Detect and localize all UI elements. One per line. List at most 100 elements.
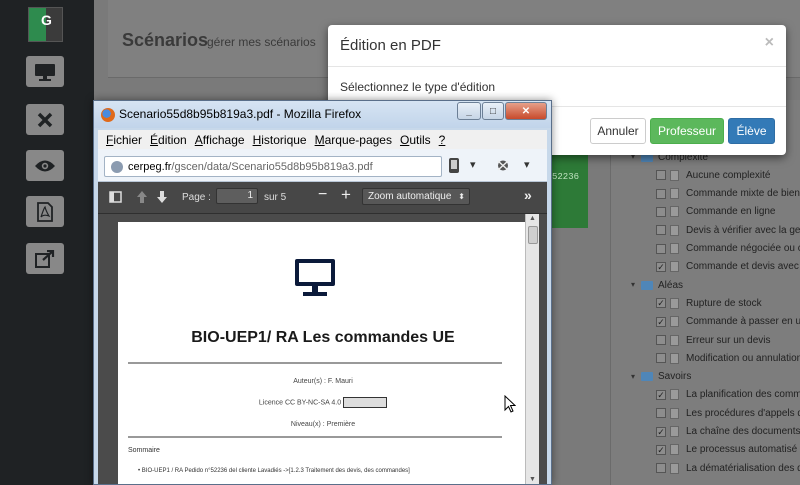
window-close-button[interactable]: ✕ <box>505 102 547 120</box>
pdf-export-button[interactable] <box>26 196 64 227</box>
minimize-button[interactable]: _ <box>457 102 481 120</box>
cancel-button[interactable]: Annuler <box>590 118 646 144</box>
tree-item-checkbox[interactable] <box>656 408 666 419</box>
tree-item-checkbox[interactable] <box>656 206 666 217</box>
tree-item-checkbox[interactable] <box>656 243 666 254</box>
window-titlebar[interactable]: Scenario55d8b95b819a3.pdf - Mozilla Fire… <box>94 101 551 128</box>
tree-label: La chaîne des documents co <box>686 426 800 437</box>
tree-item[interactable]: La dématérialisation des do <box>656 460 800 476</box>
tree-item[interactable]: Erreur sur un devis <box>656 332 770 348</box>
pdf-page: BIO-UEP1/ RA Les commandes UE Auteur(s) … <box>118 222 528 484</box>
tree-item-checkbox[interactable] <box>656 188 666 199</box>
arrow-down-icon[interactable]: ▼ <box>529 476 536 483</box>
tree-item[interactable]: ✓ Le processus automatisé du <box>656 442 800 458</box>
tree-item[interactable]: Commande mixte de biens e <box>656 186 800 202</box>
tree-item-checkbox[interactable]: ✓ <box>656 444 666 455</box>
pdf-doc-title: BIO-UEP1/ RA Les commandes UE <box>191 329 455 346</box>
tree-item[interactable]: ✓ Commande et devis avec d <box>656 259 800 275</box>
tree-item[interactable]: ✓ La chaîne des documents co <box>656 424 800 440</box>
app-logo[interactable]: G <box>28 7 63 42</box>
tree-item-checkbox[interactable]: ✓ <box>656 389 666 400</box>
tree-group[interactable]: ▾ Savoirs <box>628 369 691 385</box>
extension-icon[interactable] <box>496 159 510 172</box>
menu-affichage[interactable]: Affichage <box>195 133 245 147</box>
menu-outils[interactable]: Outils <box>400 133 431 147</box>
tree-item-checkbox[interactable] <box>656 463 666 474</box>
arrow-up-icon[interactable]: ▲ <box>529 215 536 222</box>
tree-item-checkbox[interactable] <box>656 170 666 181</box>
document-icon <box>670 243 679 254</box>
menu-fichier[interactable]: Fichier <box>106 133 142 147</box>
chevron-down-icon[interactable]: ▾ <box>524 158 530 171</box>
eye-icon <box>35 160 55 171</box>
document-icon <box>670 261 679 273</box>
document-icon <box>670 426 679 437</box>
tree-item-checkbox[interactable]: ✓ <box>656 298 666 309</box>
pdf-document-area[interactable]: BIO-UEP1/ RA Les commandes UE Auteur(s) … <box>98 214 547 484</box>
menu-historique[interactable]: Historique <box>253 133 307 147</box>
tree-item[interactable]: Aucune complexité <box>656 167 771 183</box>
student-button[interactable]: Élève <box>728 118 775 144</box>
tree-item[interactable]: Commande négociée ou cor <box>656 241 800 257</box>
chevron-down-icon[interactable]: ▾ <box>470 158 476 171</box>
more-tools-icon[interactable]: » <box>524 187 532 203</box>
pdf-icon <box>37 201 53 222</box>
tree-item[interactable]: Devis à vérifier avec la gest <box>656 222 800 238</box>
tree-item[interactable]: Les procédures d'appels d'o <box>656 405 800 421</box>
chevron-down-icon: ⬍ <box>458 192 465 201</box>
mouse-cursor-icon <box>504 395 516 413</box>
tree-item-checkbox[interactable]: ✓ <box>656 426 666 437</box>
document-icon <box>670 224 679 236</box>
tree-label: Commande négociée ou cor <box>686 243 800 254</box>
tree-item-checkbox[interactable] <box>656 335 666 345</box>
delete-button[interactable] <box>26 104 64 135</box>
close-icon: ✕ <box>521 105 531 117</box>
scrollbar-thumb[interactable] <box>528 226 538 244</box>
monitor-button[interactable] <box>26 56 64 87</box>
chevron-down-icon[interactable]: ▾ <box>628 280 638 290</box>
modal-title: Édition en PDF <box>340 37 441 54</box>
professor-button[interactable]: Professeur <box>650 118 724 144</box>
tree-item[interactable]: Modification ou annulation c <box>656 350 800 366</box>
document-icon <box>670 316 679 328</box>
chevron-down-icon[interactable]: ▾ <box>628 372 638 382</box>
tree-item-checkbox[interactable] <box>656 225 666 236</box>
url-path: /gscen/data/Scenario55d8b95b819a3.pdf <box>171 160 373 173</box>
page-number-input[interactable]: 1 <box>216 188 258 204</box>
menu-marque-pages[interactable]: Marque-pages <box>315 133 392 147</box>
pdf-scrollbar[interactable]: ▲ ▼ <box>525 214 539 484</box>
tree-item-checkbox[interactable]: ✓ <box>656 316 666 327</box>
firefox-icon <box>101 108 115 122</box>
tree-item[interactable]: ✓ Commande à passer en urg <box>656 314 800 330</box>
pdf-summary-item[interactable]: • BIO-UEP1 / RA Pedido n°52236 del clien… <box>138 468 410 474</box>
sidebar-toggle-icon[interactable] <box>109 191 122 203</box>
maximize-button[interactable]: □ <box>482 102 504 120</box>
navigation-bar: cerpeg.fr/gscen/data/Scenario55d8b95b819… <box>98 149 547 182</box>
tree-item-checkbox[interactable] <box>656 353 666 364</box>
menu-edition[interactable]: Édition <box>150 133 187 147</box>
tree-item[interactable]: ✓ Rupture de stock <box>656 295 762 311</box>
tree-item[interactable]: Commande en ligne <box>656 204 776 220</box>
pdf-author: Auteur(s) : F. Mauri <box>293 378 353 385</box>
open-external-button[interactable] <box>26 243 64 274</box>
phone-icon[interactable] <box>448 157 460 174</box>
tree-label: Commande et devis avec d <box>686 261 800 273</box>
close-icon[interactable]: × <box>765 34 774 52</box>
pdf-licence: Licence CC BY-NC-SA 4.0 <box>258 399 342 407</box>
window-title: Scenario55d8b95b819a3.pdf - Mozilla Fire… <box>119 107 362 121</box>
tree-label: Modification ou annulation c <box>686 352 800 364</box>
preview-button[interactable] <box>26 150 64 181</box>
arrow-up-icon[interactable] <box>136 190 148 204</box>
external-link-icon <box>35 249 55 268</box>
tree-group[interactable]: ▾ Aléas <box>628 277 683 293</box>
arrow-down-icon[interactable] <box>156 190 168 204</box>
page-title: Scénarios <box>122 30 209 50</box>
zoom-select[interactable]: Zoom automatique ⬍ <box>362 188 470 205</box>
tree-item-checkbox[interactable]: ✓ <box>656 261 666 272</box>
zoom-in-icon[interactable]: + <box>341 185 351 205</box>
url-bar[interactable]: cerpeg.fr/gscen/data/Scenario55d8b95b819… <box>104 156 442 177</box>
tree-item[interactable]: ✓ La planification des comman <box>656 387 800 403</box>
left-sidebar: G <box>0 0 94 485</box>
menu-help[interactable]: ? <box>439 133 446 147</box>
zoom-out-icon[interactable]: − <box>318 186 327 204</box>
